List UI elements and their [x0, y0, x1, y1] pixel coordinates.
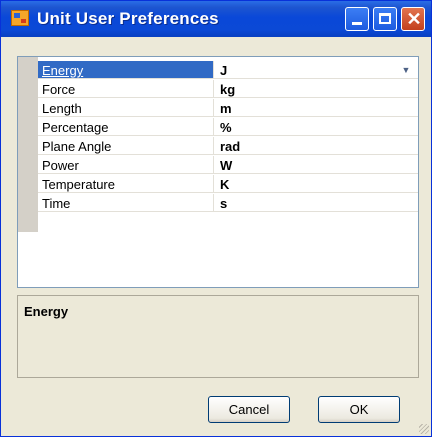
- property-name[interactable]: Time: [38, 194, 214, 212]
- grid-row-percentage[interactable]: Percentage %: [38, 118, 418, 137]
- chevron-down-icon[interactable]: ▼: [400, 64, 412, 76]
- property-value-text: J: [220, 63, 228, 78]
- property-value[interactable]: m: [214, 99, 418, 117]
- resize-grip-icon[interactable]: [419, 424, 429, 434]
- property-name[interactable]: Power: [38, 156, 214, 174]
- property-value[interactable]: W: [214, 156, 418, 174]
- description-title: Energy: [24, 304, 69, 319]
- dialog-window: Unit User Preferences ✕ Energy J ▼ Force…: [0, 0, 432, 437]
- property-name[interactable]: Percentage: [38, 118, 214, 136]
- description-panel: Energy: [17, 295, 419, 378]
- minimize-icon: [352, 22, 362, 25]
- property-value[interactable]: K: [214, 175, 418, 193]
- cancel-button[interactable]: Cancel: [208, 396, 290, 423]
- grid-row-plane-angle[interactable]: Plane Angle rad: [38, 137, 418, 156]
- property-name[interactable]: Force: [38, 80, 214, 98]
- close-icon: ✕: [406, 9, 422, 29]
- ok-button[interactable]: OK: [318, 396, 400, 423]
- grid-row-length[interactable]: Length m: [38, 99, 418, 118]
- maximize-button[interactable]: [373, 7, 397, 31]
- grid-row-temperature[interactable]: Temperature K: [38, 175, 418, 194]
- grid-row-energy[interactable]: Energy J ▼: [38, 61, 418, 80]
- grid-row-time[interactable]: Time s: [38, 194, 418, 213]
- row-header-gutter: [18, 57, 38, 232]
- property-value[interactable]: kg: [214, 80, 418, 98]
- property-value[interactable]: %: [214, 118, 418, 136]
- title-bar[interactable]: Unit User Preferences ✕: [1, 1, 431, 37]
- grid-row-power[interactable]: Power W: [38, 156, 418, 175]
- property-value[interactable]: rad: [214, 137, 418, 155]
- property-value[interactable]: s: [214, 194, 418, 212]
- close-button[interactable]: ✕: [401, 7, 425, 31]
- property-name[interactable]: Length: [38, 99, 214, 117]
- property-name[interactable]: Energy: [38, 61, 214, 79]
- maximize-icon: [379, 13, 391, 24]
- property-name[interactable]: Temperature: [38, 175, 214, 193]
- property-grid[interactable]: Energy J ▼ Force kg Length m Percentage …: [17, 56, 419, 288]
- app-icon: [11, 10, 29, 26]
- property-name[interactable]: Plane Angle: [38, 137, 214, 155]
- minimize-button[interactable]: [345, 7, 369, 31]
- property-value[interactable]: J ▼: [214, 61, 418, 79]
- window-title: Unit User Preferences: [37, 9, 219, 28]
- grid-row-force[interactable]: Force kg: [38, 80, 418, 99]
